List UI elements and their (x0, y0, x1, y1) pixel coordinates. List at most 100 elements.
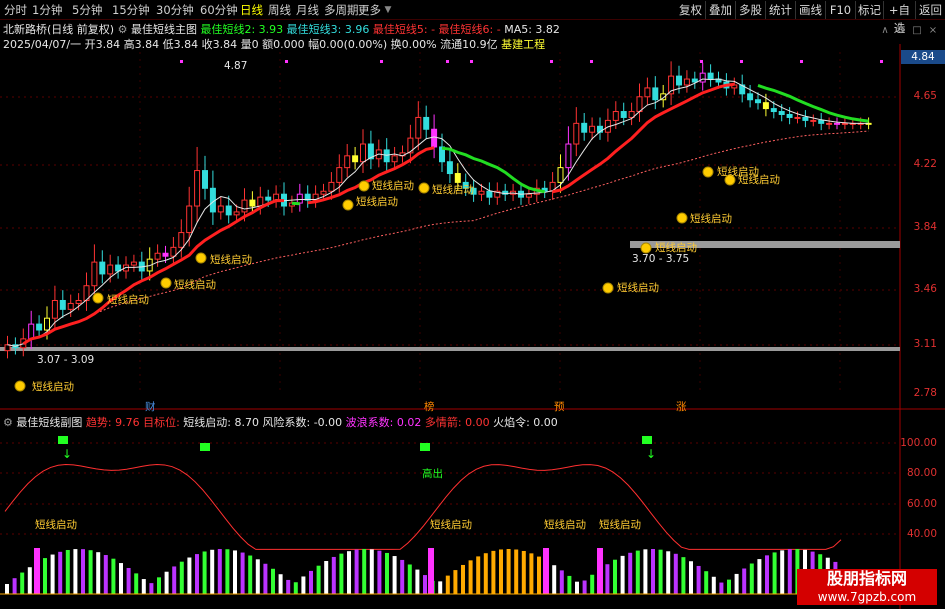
green-marker (642, 436, 652, 444)
watermark-logo: 股朋指标网 www.7gpzb.com (797, 569, 937, 605)
histogram-bar (324, 561, 329, 594)
marker-dot (180, 60, 183, 63)
candle-body (794, 116, 801, 119)
histogram-bar (613, 559, 617, 594)
signal-label: 短线启动 (372, 180, 414, 192)
histogram-bar (521, 550, 526, 594)
histogram-bar (704, 571, 709, 594)
candle-body (644, 87, 651, 98)
signal-bar (428, 548, 434, 594)
green-marker (200, 443, 210, 451)
candle-body (431, 128, 438, 148)
candle-body (683, 78, 690, 86)
histogram-bar (453, 570, 458, 594)
histogram-bar (210, 549, 215, 594)
histogram-bar (43, 558, 47, 594)
candle-body (178, 232, 185, 248)
marker-dot (470, 60, 473, 63)
histogram-bar (240, 552, 245, 594)
sub-signal-label: 短线启动 (35, 519, 77, 531)
marker-dot (740, 60, 743, 63)
histogram-bar (225, 549, 230, 594)
sub-indicator-title[interactable]: 最佳短线副图 (16, 416, 82, 429)
histogram-bar (377, 550, 382, 594)
sub-settings-icon[interactable]: ⚙ (3, 416, 13, 429)
signal-coin-icon (418, 182, 430, 194)
signal-coin-icon (14, 380, 26, 392)
marker-yu[interactable]: 预 (554, 399, 565, 414)
signal-coin-icon (92, 292, 104, 304)
signal-label: 短线启动 (432, 184, 474, 196)
marker-dot (380, 60, 383, 63)
histogram-bar (157, 577, 161, 594)
sub-item-2: 目标位: (143, 416, 180, 429)
candle-body (36, 323, 43, 331)
candle-body (75, 299, 82, 304)
histogram-bar (81, 549, 85, 594)
histogram-bar (347, 551, 351, 594)
histogram-bar (689, 561, 693, 594)
histogram-bar (126, 567, 131, 594)
histogram-bar (681, 557, 686, 594)
candle-body (557, 167, 564, 183)
histogram-bar (483, 553, 488, 594)
candle-body (352, 155, 359, 163)
signal-coin-icon (702, 166, 714, 178)
histogram-bar (772, 552, 777, 594)
candle-body (786, 113, 793, 118)
histogram-bar (5, 584, 9, 594)
candle-body (652, 87, 659, 101)
candle-body (217, 205, 224, 213)
sub-indicator-header: ⚙ 最佳短线副图 趋势: 9.76 目标位: 短线启动: 8.70 风险系数: … (3, 416, 558, 430)
candle-body (249, 199, 256, 207)
candle-body (423, 116, 430, 130)
marker-cai[interactable]: 财 (145, 399, 156, 414)
histogram-bar (385, 552, 389, 594)
candle-body (383, 149, 390, 163)
histogram-bar (172, 566, 177, 594)
candle-body (802, 116, 809, 121)
candle-body (486, 190, 493, 198)
marker-dot (700, 60, 703, 63)
signal-label: 短线启动 (174, 279, 216, 291)
histogram-bar (445, 575, 450, 594)
histogram-bar (255, 559, 260, 594)
marker-dot (590, 60, 593, 63)
candle-body (44, 317, 50, 331)
candle-body (636, 96, 643, 113)
histogram-bar (65, 549, 70, 594)
histogram-bar (286, 579, 291, 594)
sub-item-7: 火焰令: 0.00 (493, 416, 558, 429)
candle-body (565, 143, 572, 169)
histogram-bar (620, 555, 625, 594)
histogram-bar (202, 551, 207, 594)
signal-label: 短线启动 (690, 213, 732, 225)
histogram-bar (749, 563, 754, 594)
marker-zhang[interactable]: 涨 (676, 399, 687, 414)
sub-axis-label: 80.00 (906, 467, 937, 479)
signal-label: 短线启动 (738, 174, 780, 186)
candle-body (755, 99, 761, 104)
sub-axis-label: 40.00 (906, 528, 937, 540)
signal-coin-icon (640, 242, 652, 254)
histogram-bar (293, 582, 298, 594)
marker-bang[interactable]: 榜 (424, 399, 435, 414)
histogram-bar (134, 573, 139, 594)
sub-signal-label: 短线启动 (599, 519, 641, 531)
histogram-bar (316, 565, 321, 594)
candle-body (620, 111, 627, 118)
histogram-bar (369, 549, 374, 594)
histogram-bar (141, 579, 146, 594)
signal-label: 短线启动 (107, 294, 149, 306)
candle-body (170, 246, 177, 257)
price-axis-label: 4.65 (913, 90, 937, 102)
marker-dot (446, 60, 449, 63)
candle-body (747, 93, 754, 101)
histogram-bar (354, 549, 359, 594)
histogram-bar (248, 555, 253, 594)
histogram-bar (12, 578, 17, 594)
histogram-bar (514, 549, 519, 594)
histogram-bar (164, 571, 169, 594)
candle-body (328, 181, 335, 192)
marker-dot (800, 60, 803, 63)
